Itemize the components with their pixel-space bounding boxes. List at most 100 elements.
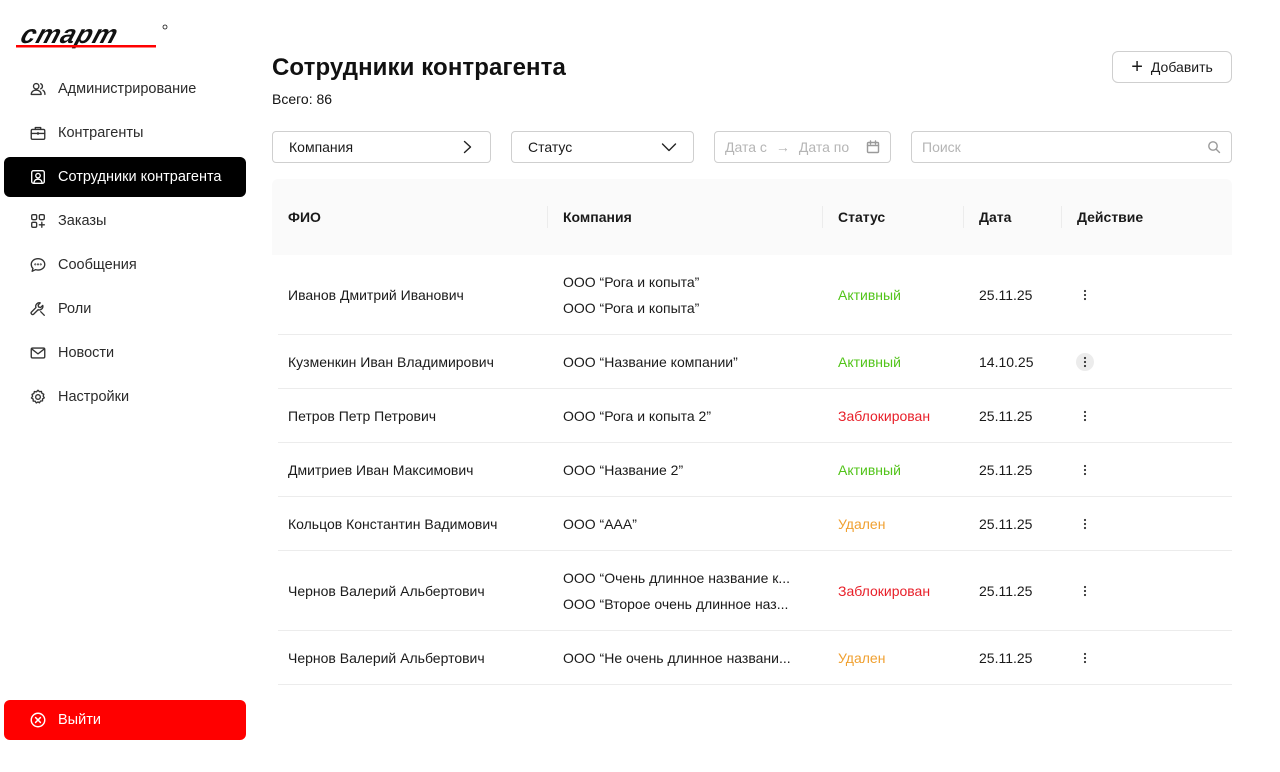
sidebar-item-contractor-employees[interactable]: Сотрудники контрагента — [4, 157, 246, 197]
status-badge: Активный — [838, 286, 901, 303]
cell-date: 25.11.25 — [979, 443, 1032, 496]
logout-button[interactable]: Выйти — [4, 700, 246, 740]
search-icon[interactable] — [1207, 140, 1221, 154]
sidebar-item-label: Роли — [58, 301, 92, 317]
sidebar-item-settings[interactable]: Настройки — [4, 377, 246, 417]
registered-mark — [162, 24, 168, 30]
wrench-icon — [28, 299, 48, 319]
cell-name: Кольцов Константин Вадимович — [288, 497, 497, 550]
company-name: ООО “Рога и копыта” — [563, 273, 700, 290]
status-badge: Заблокирован — [838, 407, 931, 424]
date-to-input[interactable]: Дата по — [799, 139, 849, 155]
chevron-down-icon — [661, 143, 677, 152]
mail-icon — [28, 343, 48, 363]
more-actions-icon[interactable] — [1076, 407, 1094, 425]
company-name: ООО “ААА” — [563, 515, 637, 532]
sidebar-item-messages[interactable]: Сообщения — [4, 245, 246, 285]
row-date: 25.11.25 — [979, 461, 1033, 478]
sidebar-item-roles[interactable]: Роли — [4, 289, 246, 329]
date-range-picker[interactable]: Дата с → Дата по — [714, 131, 891, 163]
company-name: ООО “Второе очень длинное наз... — [563, 595, 789, 612]
cell-name: Чернов Валерий Альбертович — [288, 551, 485, 630]
company-name: ООО “Рога и копыта” — [563, 299, 700, 316]
cell-date: 25.11.25 — [979, 551, 1032, 630]
company-name: ООО “Очень длинное название к... — [563, 569, 791, 586]
cell-company: ООО “Очень длинное название к... ООО “Вто… — [563, 551, 813, 630]
cell-company: ООО “Рога и копыта” ООО “Рога и копыта” — [563, 255, 813, 334]
sidebar-item-label: Сообщения — [58, 257, 137, 273]
logo-underline — [16, 45, 156, 48]
row-date: 25.11.25 — [979, 407, 1033, 424]
cell-name: Дмитриев Иван Максимович — [288, 443, 473, 496]
employee-name: Петров Петр Петрович — [288, 407, 437, 424]
more-actions-icon[interactable] — [1076, 582, 1094, 600]
cell-date: 25.11.25 — [979, 255, 1032, 334]
column-header-action: Действие — [1077, 209, 1144, 225]
status-filter-label: Статус — [528, 139, 573, 155]
employee-name: Иванов Дмитрий Иванович — [288, 286, 464, 303]
cell-action — [1076, 443, 1094, 496]
table-row[interactable]: Иванов Дмитрий Иванович ООО “Рога и копыт… — [278, 255, 1232, 335]
sidebar: старт Администрирование Контрагенты Сотр… — [0, 0, 250, 772]
cell-date: 14.10.25 — [979, 335, 1034, 388]
table-row[interactable]: Петров Петр Петрович ООО “Рога и копыта 2… — [278, 389, 1232, 443]
sidebar-nav: Администрирование Контрагенты Сотрудники… — [4, 69, 246, 421]
sidebar-item-orders[interactable]: Заказы — [4, 201, 246, 241]
employee-name: Чернов Валерий Альбертович — [288, 582, 485, 599]
status-badge: Заблокирован — [838, 582, 931, 599]
cell-action — [1076, 631, 1094, 684]
table-row[interactable]: Кольцов Константин Вадимович ООО “ААА” Уда… — [278, 497, 1232, 551]
search-box[interactable] — [911, 131, 1232, 163]
total-count: Всего: 86 — [272, 91, 333, 107]
chevron-right-icon — [463, 140, 472, 154]
sidebar-item-administration[interactable]: Администрирование — [4, 69, 246, 109]
sidebar-item-label: Новости — [58, 345, 115, 361]
table-row[interactable]: Дмитриев Иван Максимович ООО “Название 2”… — [278, 443, 1232, 497]
more-actions-icon[interactable] — [1076, 649, 1094, 667]
company-name: ООО “Не очень длинное названи... — [563, 649, 791, 666]
add-button-label: Добавить — [1150, 59, 1213, 75]
company-filter[interactable]: Компания — [272, 131, 491, 163]
employee-name: Кузменкин Иван Владимирович — [288, 353, 494, 370]
more-actions-icon[interactable] — [1076, 515, 1094, 533]
column-header-status[interactable]: Статус — [838, 179, 885, 255]
cell-date: 25.11.25 — [979, 631, 1032, 684]
sidebar-item-contractors[interactable]: Контрагенты — [4, 113, 246, 153]
table-row[interactable]: Кузменкин Иван Владимирович ООО “Название… — [278, 335, 1232, 389]
cell-status: Заблокирован — [838, 389, 930, 442]
column-divider — [1061, 206, 1062, 228]
cell-company: ООО “ААА” — [563, 497, 813, 550]
plus-icon: + — [1131, 56, 1143, 78]
cell-status: Активный — [838, 335, 901, 388]
sidebar-item-news[interactable]: Новости — [4, 333, 246, 373]
column-header-name[interactable]: ФИО — [288, 179, 321, 255]
date-from-input[interactable]: Дата с — [725, 139, 767, 155]
column-header-company[interactable]: Компания — [563, 179, 632, 255]
status-filter[interactable]: Статус — [511, 131, 694, 163]
close-circle-icon — [28, 710, 48, 730]
search-input[interactable] — [922, 139, 1182, 155]
row-date: 25.11.25 — [979, 649, 1033, 666]
cell-action — [1076, 389, 1094, 442]
column-header-date[interactable]: Дата — [979, 179, 1011, 255]
start-logo[interactable]: старт — [16, 22, 171, 52]
add-button[interactable]: + Добавить — [1112, 51, 1232, 83]
calendar-icon — [866, 140, 880, 154]
more-actions-icon[interactable] — [1076, 461, 1094, 479]
cell-company: ООО “Рога и копыта 2” — [563, 389, 813, 442]
company-name: ООО “Рога и копыта 2” — [563, 407, 712, 424]
cell-action — [1076, 335, 1094, 388]
table-row[interactable]: Чернов Валерий Альбертович ООО “Очень дли… — [278, 551, 1232, 631]
company-name: ООО “Название 2” — [563, 461, 684, 478]
table-row[interactable]: Чернов Валерий Альбертович ООО “Не очень … — [278, 631, 1232, 685]
company-filter-label: Компания — [289, 139, 354, 155]
id-card-icon — [28, 167, 48, 187]
gear-icon — [28, 387, 48, 407]
cell-status: Активный — [838, 443, 901, 496]
more-actions-icon[interactable] — [1076, 286, 1094, 304]
cell-status: Заблокирован — [838, 551, 930, 630]
sidebar-item-label: Настройки — [58, 389, 130, 405]
status-badge: Удален — [838, 649, 886, 666]
chat-icon — [28, 255, 48, 275]
more-actions-icon[interactable] — [1076, 352, 1094, 371]
